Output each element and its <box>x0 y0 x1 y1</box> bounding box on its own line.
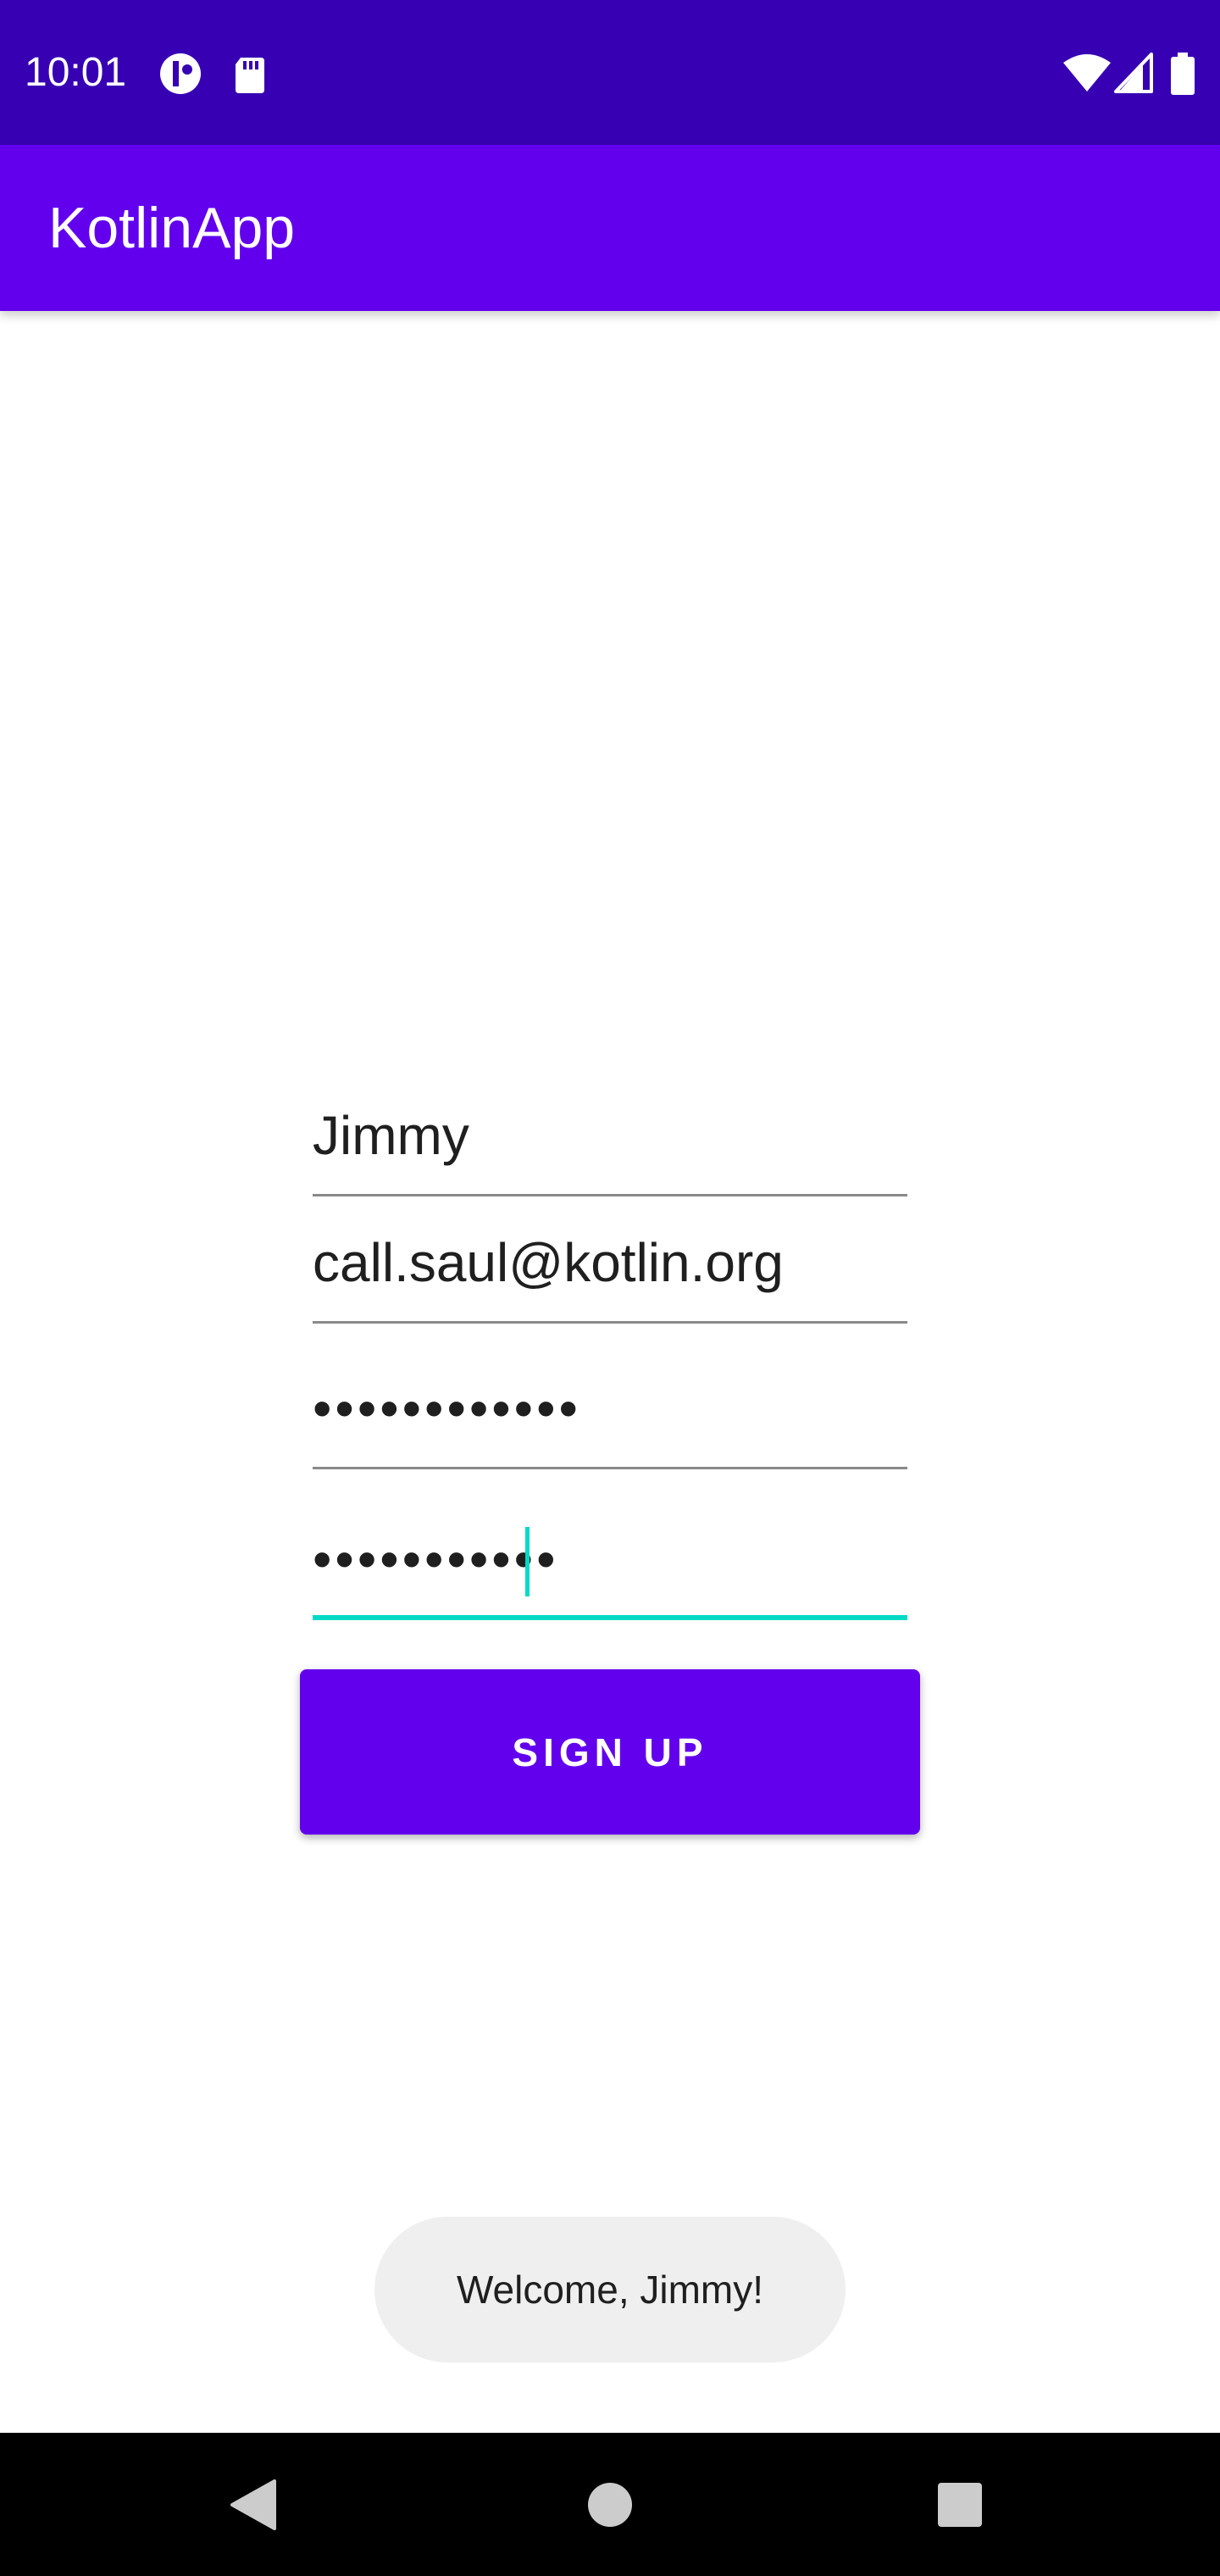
name-field[interactable]: Jimmy <box>313 1095 907 1196</box>
confirm-password-field-value: ••••••••••• <box>313 1529 559 1590</box>
sign-up-button-label: SIGN UP <box>512 1729 708 1774</box>
confirm-password-field-underline <box>313 1615 907 1620</box>
battery-icon <box>1171 53 1195 95</box>
app-bar: KotlinApp <box>0 145 1220 311</box>
recents-icon[interactable] <box>929 2474 990 2535</box>
cellular-signal-icon <box>1114 53 1153 93</box>
email-field-value: call.saul@kotlin.org <box>313 1232 784 1293</box>
toast: Welcome, Jimmy! <box>374 2217 846 2362</box>
toast-message: Welcome, Jimmy! <box>456 2268 764 2312</box>
text-cursor <box>525 1527 530 1596</box>
password-field-underline <box>313 1467 907 1469</box>
back-icon[interactable] <box>224 2474 285 2535</box>
sd-card-icon <box>236 58 264 93</box>
email-field-underline <box>313 1321 907 1324</box>
app-title: KotlinApp <box>48 196 296 260</box>
password-field-value: •••••••••••• <box>313 1378 581 1439</box>
status-time: 10:01 <box>25 50 127 95</box>
name-field-underline <box>313 1194 907 1196</box>
confirm-password-field[interactable]: ••••••••••• <box>313 1518 907 1620</box>
home-icon[interactable] <box>580 2474 640 2535</box>
name-field-value: Jimmy <box>313 1105 469 1166</box>
sign-up-button[interactable]: SIGN UP <box>300 1669 920 1835</box>
status-bar: 10:01 <box>0 0 1220 145</box>
wifi-icon <box>1063 54 1111 92</box>
password-field[interactable]: •••••••••••• <box>313 1368 907 1469</box>
email-field[interactable]: call.saul@kotlin.org <box>313 1222 907 1324</box>
notification-circle-icon <box>160 53 201 94</box>
